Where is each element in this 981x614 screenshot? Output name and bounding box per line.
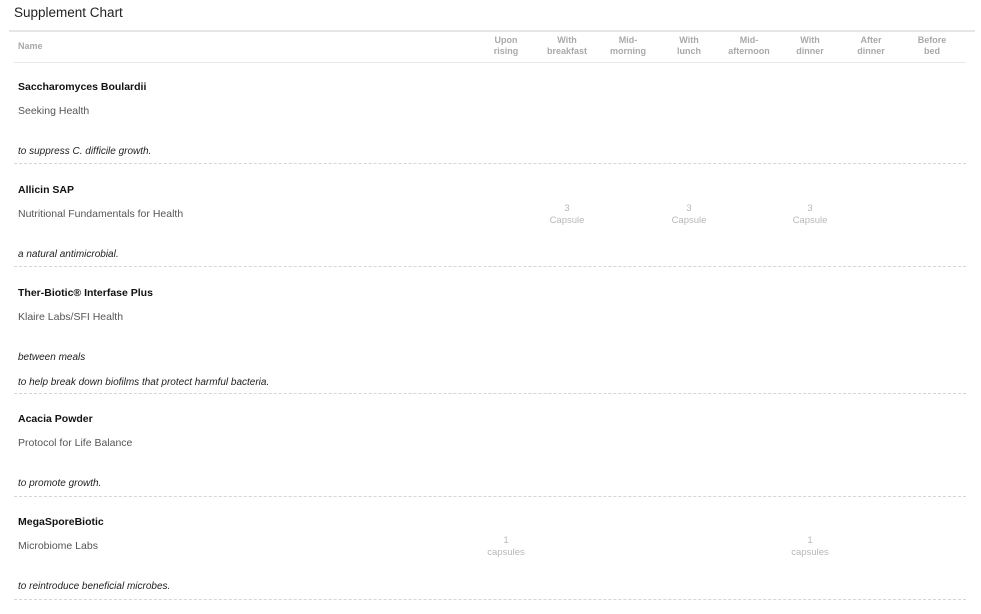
column-header-upon-rising: Upon rising	[476, 35, 536, 57]
row-divider	[14, 599, 966, 600]
dose-text: 3	[564, 203, 570, 214]
column-header-line: Mid-	[618, 35, 638, 45]
header-divider	[14, 62, 966, 63]
column-header-line: afternoon	[728, 46, 770, 56]
supplement-name: Ther-Biotic® Interfase Plus	[18, 287, 153, 299]
column-header-line: bed	[923, 46, 940, 56]
dose-text: capsules	[487, 547, 525, 558]
title-divider	[9, 30, 975, 32]
supplement-note: to help break down biofilms that protect…	[18, 377, 270, 388]
column-header-after-dinner: After dinner	[841, 35, 901, 57]
supplement-name: Saccharomyces Boulardii	[18, 81, 147, 93]
column-header-line: dinner	[796, 46, 824, 56]
supplement-brand: Microbiome Labs	[18, 540, 98, 552]
column-header-line: dinner	[857, 46, 885, 56]
dose-cell: 1 capsules	[476, 535, 536, 559]
column-header-name: Name	[18, 41, 43, 51]
supplement-brand: Seeking Health	[18, 105, 90, 117]
dose-text: 1	[807, 535, 813, 546]
supplement-brand: Protocol for Life Balance	[18, 437, 133, 449]
column-header-line: rising	[493, 46, 519, 56]
column-header-with-breakfast: With breakfast	[537, 35, 597, 57]
dose-cell: 3 Capsule	[780, 203, 840, 227]
dose-text: capsules	[791, 547, 829, 558]
supplement-note: to reintroduce beneficial microbes.	[18, 581, 171, 592]
supplement-brand: Nutritional Fundamentals for Health	[18, 208, 184, 220]
dose-cell: 1 capsules	[780, 535, 840, 559]
column-header-line: morning	[610, 46, 646, 56]
supplement-name: Allicin SAP	[18, 184, 75, 196]
column-header-before-bed: Before bed	[902, 35, 962, 57]
supplement-brand: Klaire Labs/SFI Health	[18, 311, 124, 323]
column-header-line: Upon	[494, 35, 518, 45]
column-header-mid-morning: Mid-morning	[598, 35, 658, 57]
supplement-note: to promote growth.	[18, 478, 102, 489]
column-header-line: lunch	[677, 46, 701, 56]
column-header-line: After	[860, 35, 882, 45]
column-header-line: With	[679, 35, 699, 45]
row-divider	[14, 496, 966, 497]
column-header-line: breakfast	[546, 46, 588, 56]
dose-text: Capsule	[549, 215, 585, 226]
column-header-with-dinner: With dinner	[780, 35, 840, 57]
dose-text: Capsule	[671, 215, 707, 226]
supplement-name: Acacia Powder	[18, 413, 93, 425]
dose-cell: 3 Capsule	[659, 203, 719, 227]
column-header-mid-afternoon: Mid-afternoon	[719, 35, 779, 57]
row-divider	[14, 163, 966, 164]
dose-text: 3	[807, 203, 813, 214]
column-header-line: Before	[917, 35, 947, 45]
supplement-note: to suppress C. difficile growth.	[18, 146, 152, 157]
table-header: Name Upon rising With breakfast Mid-morning W…	[0, 35, 981, 62]
column-header-line: Mid-	[739, 35, 759, 45]
column-header-line: With	[557, 35, 577, 45]
dose-text: 1	[503, 535, 509, 546]
dose-text: 3	[686, 203, 692, 214]
supplement-note: between meals	[18, 352, 86, 363]
column-header-with-lunch: With lunch	[659, 35, 719, 57]
supplement-name: MegaSporeBiotic	[18, 516, 104, 528]
row-divider	[14, 393, 966, 394]
row-divider	[14, 266, 966, 267]
supplement-note: a natural antimicrobial.	[18, 249, 119, 260]
dose-text: Capsule	[792, 215, 828, 226]
dose-cell: 3 Capsule	[537, 203, 597, 227]
page-title: Supplement Chart	[14, 5, 123, 20]
column-header-line: With	[800, 35, 820, 45]
